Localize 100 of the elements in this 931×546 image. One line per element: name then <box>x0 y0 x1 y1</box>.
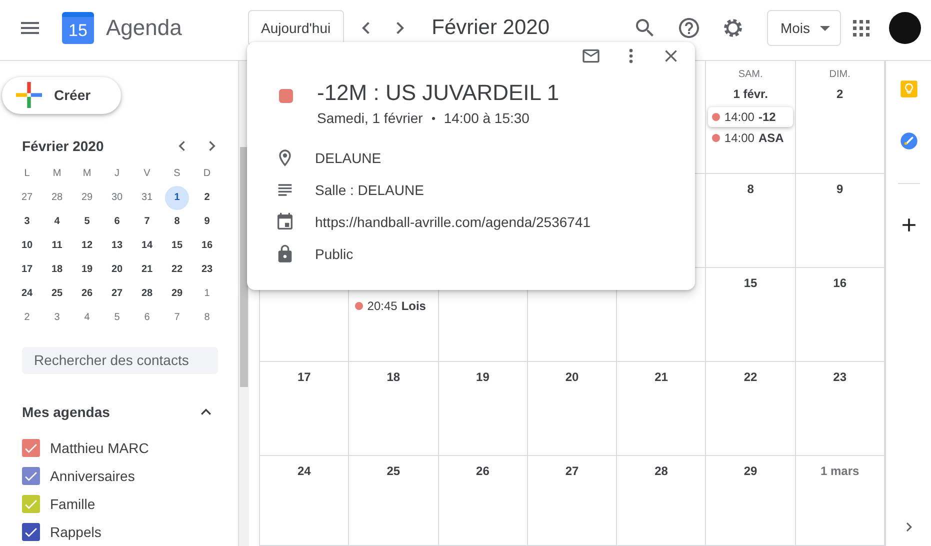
day-number[interactable]: 21 <box>654 370 668 390</box>
event-date: Samedi, 1 février <box>317 110 423 126</box>
mini-calendar-day[interactable]: 5 <box>75 210 99 234</box>
day-cell[interactable]: 16 <box>796 268 885 362</box>
mini-calendar-day[interactable]: 3 <box>45 306 69 330</box>
day-cell[interactable]: 28 <box>617 456 706 546</box>
day-number[interactable]: 20 <box>565 370 579 390</box>
day-cell[interactable]: 23 <box>796 362 885 456</box>
day-cell[interactable]: SAM. 1 févr. 14:00 -12 14:00 ASA <box>706 61 796 174</box>
mini-calendar-day[interactable]: 31 <box>135 186 159 210</box>
day-number[interactable]: 8 <box>747 182 754 202</box>
avatar[interactable] <box>889 12 921 44</box>
mini-calendar-day[interactable]: 10 <box>15 234 39 258</box>
day-cell[interactable]: 15 <box>706 268 796 362</box>
weekday-header: SAM. <box>738 69 763 82</box>
day-cell[interactable]: 8 <box>706 174 796 268</box>
day-cell[interactable]: 29 <box>706 456 796 546</box>
mini-calendar-day[interactable]: 2 <box>15 306 39 330</box>
day-number[interactable]: 9 <box>836 182 844 202</box>
day-number[interactable]: 2 <box>836 87 844 107</box>
day-cell[interactable]: 25 <box>349 456 439 546</box>
checkbox[interactable] <box>22 439 40 457</box>
mini-calendar-day[interactable]: 8 <box>165 210 189 234</box>
day-number[interactable]: 25 <box>386 464 400 484</box>
mini-calendar-day[interactable]: 20 <box>105 258 129 282</box>
mini-calendar-day[interactable]: 16 <box>195 234 219 258</box>
checkmark-circle-icon[interactable] <box>898 131 918 151</box>
day-number[interactable]: 17 <box>297 370 311 390</box>
day-cell[interactable]: DIM. 2 <box>796 61 885 174</box>
help-icon[interactable] <box>677 16 702 40</box>
day-number[interactable]: 29 <box>744 464 758 484</box>
event-time: 14:00 à 15:30 <box>444 110 530 126</box>
mini-calendar-day[interactable]: 30 <box>105 186 129 210</box>
checkbox[interactable] <box>22 467 40 485</box>
mini-calendar-day[interactable]: 29 <box>75 186 99 210</box>
event-chip[interactable]: 20:45 Lois <box>351 296 436 316</box>
event-chip[interactable]: 14:00 -12 <box>708 107 793 127</box>
mini-calendar-day[interactable]: 11 <box>45 234 69 258</box>
mini-calendar-day[interactable]: 18 <box>45 258 69 282</box>
day-cell[interactable]: 18 <box>349 362 439 456</box>
mini-calendar-day[interactable]: 17 <box>15 258 39 282</box>
mini-calendar-day[interactable]: 1 <box>165 186 189 210</box>
day-number[interactable]: 24 <box>297 464 311 484</box>
day-number[interactable]: 15 <box>744 276 758 296</box>
day-cell[interactable]: 26 <box>438 456 528 546</box>
day-cell[interactable]: 21 <box>617 362 706 456</box>
day-number[interactable]: 27 <box>565 464 579 484</box>
event-chip[interactable]: 14:00 ASA <box>708 128 793 148</box>
mini-calendar-day[interactable]: 26 <box>75 282 99 306</box>
mini-calendar-day[interactable]: 29 <box>165 282 189 306</box>
day-number[interactable]: 22 <box>744 370 758 390</box>
day-number[interactable]: 16 <box>833 276 847 296</box>
mini-calendar-day[interactable]: 24 <box>15 282 39 306</box>
contact-search-field[interactable]: Rechercher des contacts <box>22 346 218 374</box>
day-cell[interactable]: 1 mars <box>796 456 885 546</box>
mini-calendar-day[interactable]: 21 <box>135 258 159 282</box>
mini-calendar-day[interactable]: 2 <box>195 186 219 210</box>
day-cell[interactable]: 22 <box>706 362 796 456</box>
checkbox[interactable] <box>22 495 40 513</box>
day-number[interactable]: 18 <box>386 370 400 390</box>
mini-calendar-day[interactable]: 12 <box>75 234 99 258</box>
mini-calendar-day[interactable]: 6 <box>135 306 159 330</box>
day-cell[interactable]: 27 <box>528 456 618 546</box>
day-cell[interactable]: 20 <box>528 362 618 456</box>
day-cell[interactable]: 24 <box>260 456 350 546</box>
mini-calendar-day[interactable]: 7 <box>135 210 159 234</box>
mini-calendar-day[interactable]: 14 <box>135 234 159 258</box>
view-dropdown[interactable]: Mois <box>767 10 841 46</box>
day-number[interactable]: 1 févr. <box>733 87 768 107</box>
mini-calendar-day[interactable]: 1 <box>195 282 219 306</box>
mini-calendar-day[interactable]: 19 <box>75 258 99 282</box>
mini-calendar-day[interactable]: 15 <box>165 234 189 258</box>
mini-calendar-day[interactable]: 9 <box>195 210 219 234</box>
mini-calendar-day[interactable]: 23 <box>195 258 219 282</box>
day-cell[interactable]: 19 <box>438 362 528 456</box>
checkmark-icon <box>25 500 37 508</box>
day-number[interactable]: 23 <box>833 370 847 390</box>
scrollbar-thumb[interactable] <box>240 147 248 387</box>
mini-calendar-day[interactable]: 28 <box>45 186 69 210</box>
mini-calendar-day[interactable]: 8 <box>195 306 219 330</box>
mini-calendar-day[interactable]: 28 <box>135 282 159 306</box>
mini-calendar-day[interactable]: 27 <box>15 186 39 210</box>
mini-calendar-day[interactable]: 13 <box>105 234 129 258</box>
day-number[interactable]: 1 mars <box>820 464 860 484</box>
day-number[interactable]: 19 <box>476 370 490 390</box>
day-cell[interactable]: 17 <box>260 362 350 456</box>
mini-calendar-day[interactable]: 25 <box>45 282 69 306</box>
mini-calendar-day[interactable]: 3 <box>15 210 39 234</box>
mini-calendar-day[interactable]: 6 <box>105 210 129 234</box>
day-cell[interactable]: 9 <box>796 174 885 268</box>
mini-calendar-day[interactable]: 5 <box>105 306 129 330</box>
day-number[interactable]: 26 <box>476 464 490 484</box>
mini-calendar-day[interactable]: 22 <box>165 258 189 282</box>
mini-calendar-day[interactable]: 4 <box>45 210 69 234</box>
mini-calendar-day[interactable]: 7 <box>165 306 189 330</box>
mini-calendar-day[interactable]: 4 <box>75 306 99 330</box>
mini-calendar-day[interactable]: 27 <box>105 282 129 306</box>
day-number[interactable]: 28 <box>654 464 668 484</box>
checkbox[interactable] <box>22 523 40 541</box>
create-button[interactable]: Créer <box>2 77 121 114</box>
